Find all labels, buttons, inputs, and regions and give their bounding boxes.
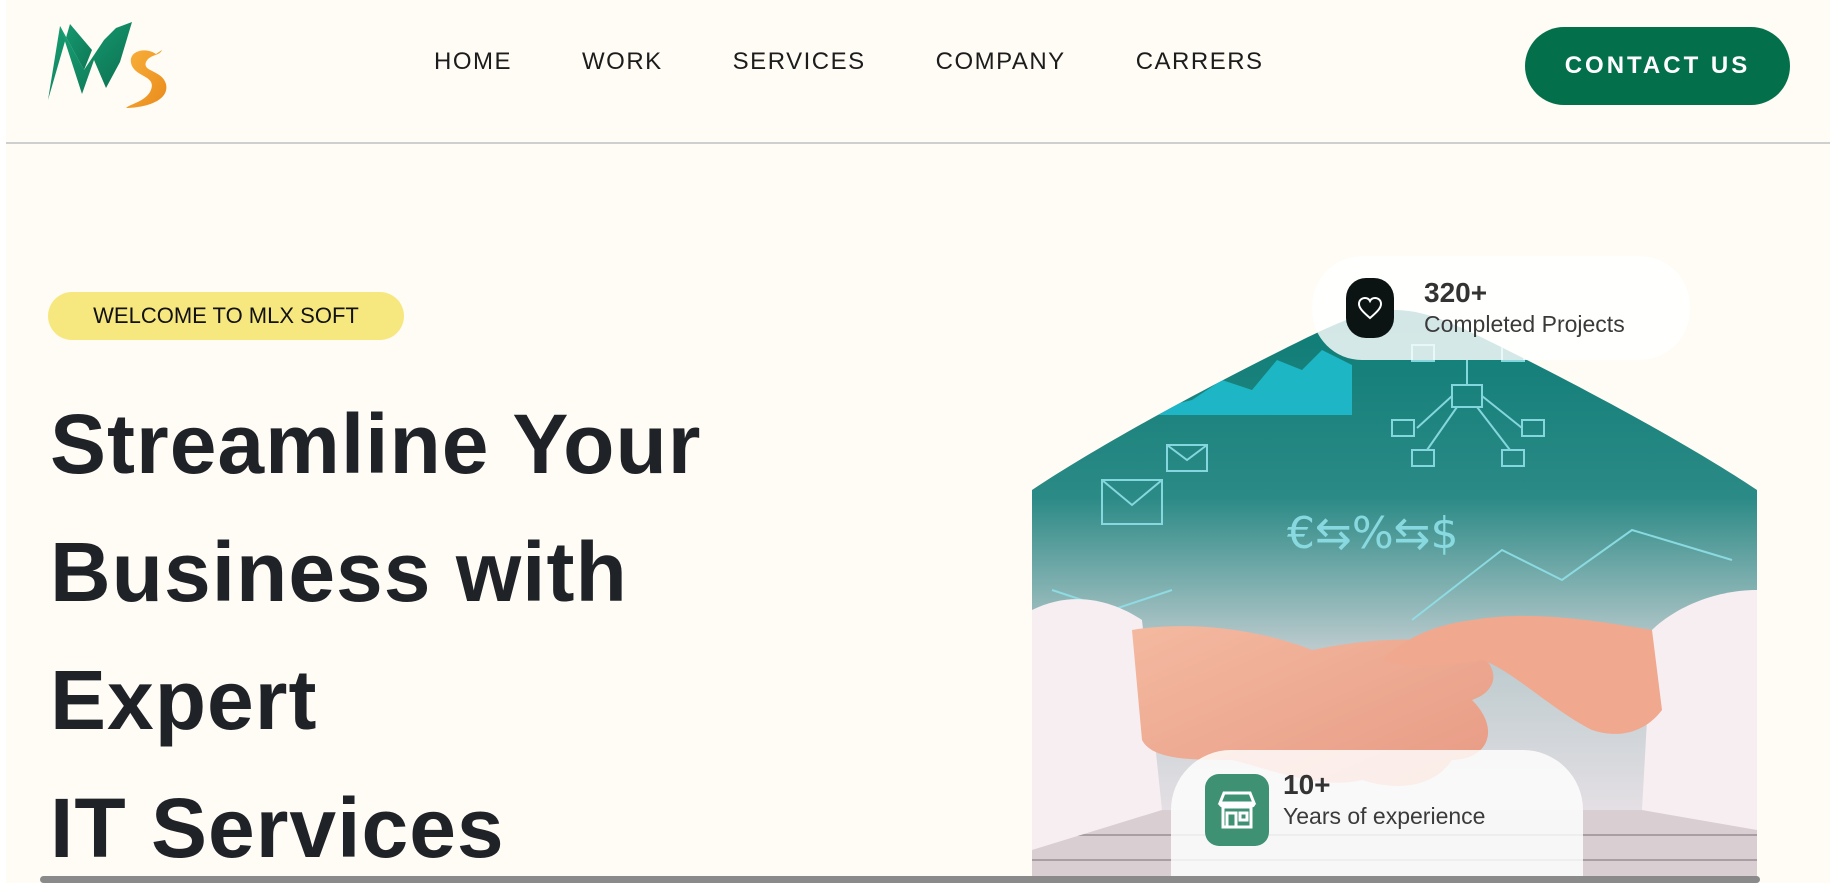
experience-count: 10+ — [1283, 769, 1331, 800]
heart-icon-box — [1346, 278, 1394, 338]
projects-count: 320+ — [1424, 277, 1488, 308]
main-nav: HOME WORK SERVICES COMPANY CARRERS — [434, 48, 1334, 76]
heart-icon — [1357, 296, 1383, 320]
svg-text:€⇆%⇆$: €⇆%⇆$ — [1287, 508, 1459, 559]
nav-careers[interactable]: CARRERS — [1136, 48, 1264, 76]
horizontal-scrollbar[interactable] — [40, 876, 1760, 883]
page: HOME WORK SERVICES COMPANY CARRERS CONTA… — [6, 0, 1830, 883]
headline-line: Streamline Your — [50, 397, 702, 491]
stat-card-projects: 320+ Completed Projects — [1312, 256, 1690, 360]
hero-headline: Streamline Your Business with Expert IT … — [50, 380, 950, 883]
headline-line: IT Services — [50, 781, 505, 875]
headline-line: Business with — [50, 525, 628, 619]
experience-label: Years of experience — [1283, 803, 1486, 829]
headline-line: Expert — [50, 653, 318, 747]
stat-projects-text: 320+ Completed Projects — [1424, 277, 1625, 339]
stat-card-experience: 10+ Years of experience — [1171, 750, 1583, 880]
company-logo[interactable] — [46, 20, 176, 110]
nav-services[interactable]: SERVICES — [733, 48, 866, 76]
stat-experience-text: 10+ Years of experience — [1283, 769, 1485, 831]
welcome-badge: WELCOME TO MLX SOFT — [48, 292, 404, 340]
nav-work[interactable]: WORK — [582, 48, 663, 76]
nav-home[interactable]: HOME — [434, 48, 512, 76]
store-icon-box — [1205, 774, 1269, 846]
projects-label: Completed Projects — [1424, 311, 1625, 337]
nav-company[interactable]: COMPANY — [936, 48, 1066, 76]
site-header: HOME WORK SERVICES COMPANY CARRERS CONTA… — [6, 0, 1830, 144]
store-icon — [1217, 791, 1257, 829]
contact-us-button[interactable]: CONTACT US — [1525, 27, 1790, 105]
